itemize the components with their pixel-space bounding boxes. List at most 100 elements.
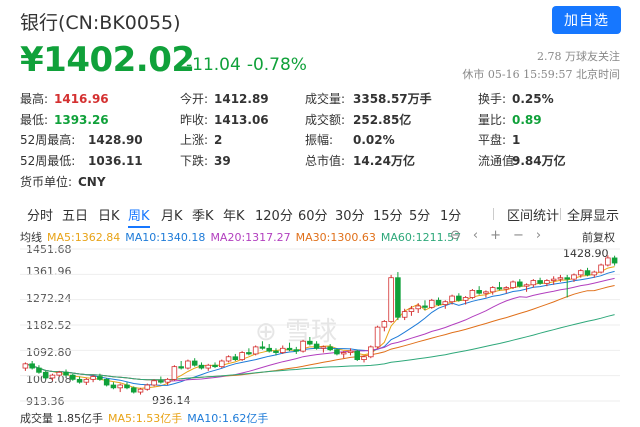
candle-body — [483, 291, 489, 294]
candle-body — [117, 384, 123, 389]
candle-body — [422, 305, 428, 308]
candle-body — [550, 278, 557, 281]
candle-body — [185, 360, 191, 369]
candle-body — [347, 350, 354, 353]
candle — [368, 345, 374, 359]
candle-body — [401, 311, 408, 318]
candle — [205, 363, 212, 371]
candle — [334, 348, 340, 356]
candle — [388, 274, 394, 323]
candle — [252, 345, 259, 356]
candle-body — [611, 257, 618, 264]
candle — [293, 346, 300, 354]
candle-body — [110, 384, 117, 389]
volume-legend-item: MA10:1.62亿手 — [187, 412, 269, 425]
candle-body — [496, 287, 503, 290]
candle — [232, 353, 239, 362]
candle — [70, 373, 76, 381]
candle — [476, 286, 482, 295]
candle-body — [97, 376, 103, 380]
candle-body — [252, 346, 259, 355]
candle — [564, 274, 570, 298]
volume-legend-item: MA5:1.53亿手 — [108, 412, 183, 425]
candle — [117, 383, 123, 393]
candle-body — [571, 274, 577, 280]
candle-body — [191, 360, 198, 366]
candle-body — [577, 270, 584, 276]
candle-body — [327, 346, 333, 351]
candle — [584, 267, 591, 277]
candle-body — [462, 297, 469, 301]
candle — [361, 355, 367, 363]
candle — [354, 349, 361, 362]
candle-body — [212, 364, 218, 368]
candle-body — [442, 301, 449, 305]
candle-body — [42, 371, 49, 379]
candle — [63, 369, 69, 377]
candle — [171, 365, 178, 381]
candle-body — [232, 356, 239, 360]
candle-body — [273, 350, 279, 353]
candle-body — [178, 366, 184, 369]
candle — [456, 293, 462, 302]
candle-body — [415, 305, 421, 310]
candle-body — [164, 378, 171, 383]
candle — [408, 305, 415, 316]
candle — [191, 358, 198, 367]
candle-body — [124, 384, 130, 389]
candle-body — [63, 371, 69, 376]
candle — [212, 362, 218, 369]
candle-body — [76, 378, 83, 383]
candle — [340, 351, 347, 359]
kline-chart[interactable]: ⊕ 雪球 — [0, 0, 640, 427]
candle-body — [56, 371, 63, 376]
candle-body — [307, 340, 313, 345]
candle-body — [361, 356, 367, 360]
candle-body — [151, 380, 157, 386]
candle-body — [130, 387, 137, 393]
candle — [530, 279, 537, 288]
candle — [395, 272, 401, 321]
candle-body — [368, 346, 374, 358]
candle-body — [320, 346, 327, 349]
candle — [246, 348, 252, 356]
candle-body — [456, 295, 462, 301]
candle-body — [313, 343, 320, 349]
volume-legend: 成交量 1.85亿手 MA5:1.53亿手 MA10:1.62亿手 — [20, 410, 278, 426]
candle-body — [340, 352, 347, 355]
candle — [110, 382, 117, 390]
candle — [198, 362, 205, 370]
candle — [239, 351, 245, 362]
candle-body — [171, 366, 178, 380]
candle-body — [544, 280, 550, 284]
candle-body — [517, 281, 523, 287]
candle-body — [158, 380, 164, 383]
candle — [130, 386, 137, 394]
candle-body — [598, 264, 604, 273]
candle-body — [22, 363, 29, 369]
candle — [442, 300, 449, 309]
candle — [76, 376, 83, 384]
candle — [151, 379, 157, 387]
candle-body — [557, 277, 564, 280]
candle-body — [70, 374, 76, 380]
candle-body — [395, 277, 401, 318]
candle — [124, 382, 130, 390]
candle — [225, 355, 232, 363]
candle — [144, 383, 151, 391]
candle-body — [219, 360, 225, 368]
candle-body — [239, 352, 245, 360]
candle-body — [564, 277, 570, 280]
candle-body — [198, 364, 205, 369]
candle-body — [428, 299, 435, 308]
volume-legend-item: 成交量 1.85亿手 — [20, 412, 103, 425]
candle-body — [205, 364, 212, 369]
candle — [435, 297, 442, 306]
candle — [137, 387, 144, 395]
candle-body — [489, 287, 496, 293]
candle — [428, 298, 435, 309]
candle-body — [503, 287, 510, 290]
candle-body — [334, 349, 340, 355]
candle-body — [354, 350, 361, 360]
candle-body — [286, 347, 293, 351]
